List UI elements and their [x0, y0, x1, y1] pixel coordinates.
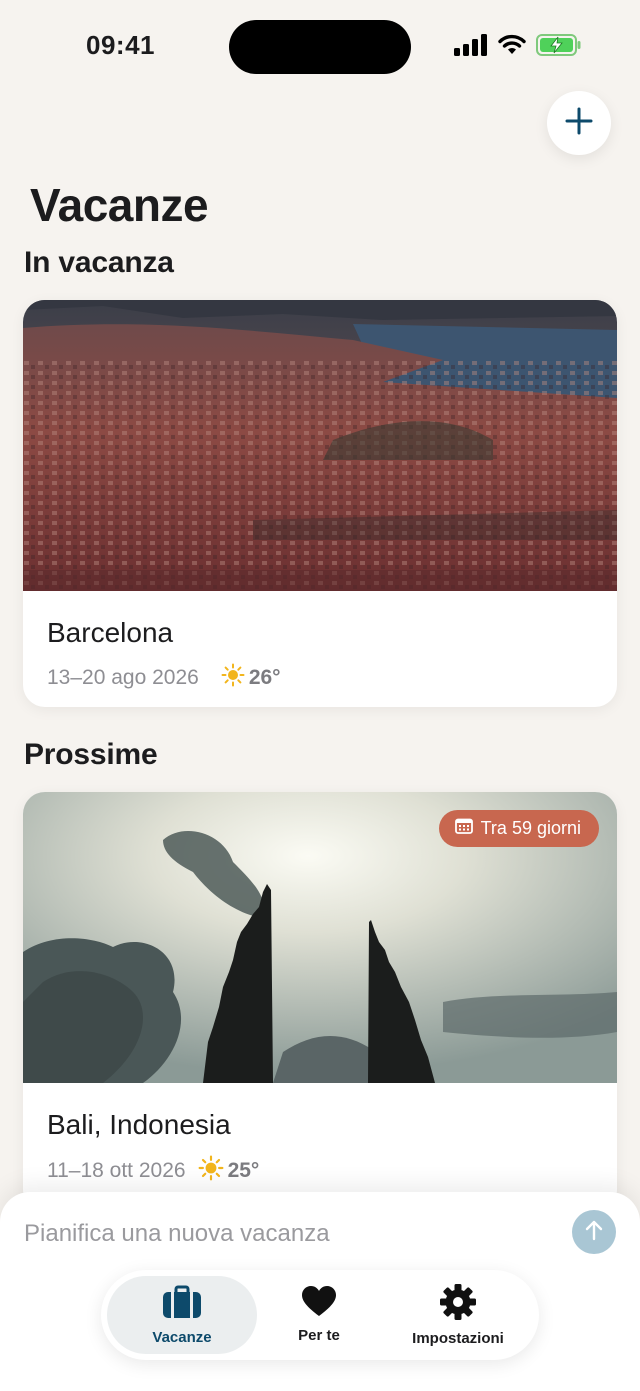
- trip-title: Barcelona: [47, 617, 174, 648]
- add-vacation-button[interactable]: [547, 91, 611, 155]
- screen: 09:41 Vacanze In vacanza Barcelona 13–20…: [0, 0, 640, 1391]
- page-title: Vacanze: [30, 179, 209, 231]
- sun-icon: [198, 1155, 224, 1187]
- temperature: 26°: [248, 666, 281, 689]
- battery-charging-icon: [536, 34, 582, 61]
- trip-card-bali[interactable]: Tra 59 giorni Bali, Indonesia 11–18 ott …: [23, 792, 617, 1212]
- trip-card-barcelona[interactable]: Barcelona 13–20 ago 2026 26°: [23, 300, 617, 707]
- suitcase-icon: [162, 1285, 202, 1323]
- trip-dates: 13–20 ago 2026: [47, 666, 199, 689]
- plus-icon: [565, 107, 593, 140]
- status-icons: [454, 34, 582, 61]
- wifi-icon: [498, 34, 526, 61]
- tab-label: Impostazioni: [412, 1329, 504, 1347]
- bottom-panel: Vacanze Per te: [0, 1192, 640, 1391]
- dynamic-island: [229, 20, 411, 74]
- trip-image-bali: Tra 59 giorni: [23, 792, 617, 1083]
- send-button[interactable]: [572, 1210, 616, 1254]
- arrow-up-icon: [584, 1219, 604, 1246]
- tab-label: Vacanze: [152, 1328, 212, 1346]
- temperature: 25°: [227, 1159, 260, 1182]
- trip-title: Bali, Indonesia: [47, 1109, 231, 1140]
- calendar-icon: [454, 818, 473, 839]
- weather: 25°: [198, 1155, 260, 1187]
- tab-vacanze[interactable]: Vacanze: [107, 1276, 257, 1354]
- section-title-current: In vacanza: [24, 246, 174, 279]
- heart-icon: [302, 1286, 336, 1321]
- sun-icon: [221, 663, 245, 693]
- weather: 26°: [221, 663, 281, 693]
- plan-vacation-input[interactable]: [24, 1214, 544, 1254]
- countdown-text: Tra 59 giorni: [480, 818, 581, 838]
- trip-dates: 11–18 ott 2026: [47, 1159, 186, 1182]
- trip-image-barcelona: [23, 300, 617, 591]
- tab-bar: Vacanze Per te Impostazioni: [101, 1270, 539, 1360]
- section-title-upcoming: Prossime: [24, 738, 158, 771]
- status-time: 09:41: [86, 30, 155, 60]
- countdown-badge: Tra 59 giorni: [438, 810, 599, 847]
- cellular-signal-icon: [454, 34, 488, 61]
- tab-label: Per te: [298, 1327, 340, 1344]
- tab-impostazioni[interactable]: Impostazioni: [393, 1276, 523, 1354]
- tab-per-te[interactable]: Per te: [259, 1276, 379, 1354]
- gear-icon: [440, 1283, 476, 1324]
